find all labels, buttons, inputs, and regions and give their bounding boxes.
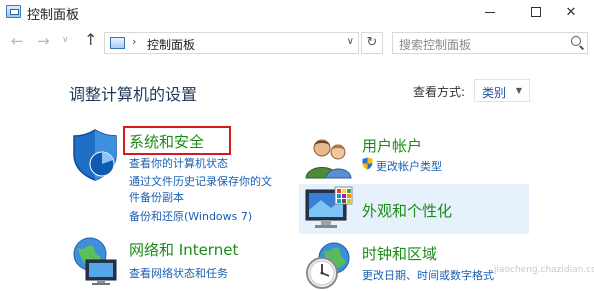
recent-locations-dropdown-icon[interactable]: ∨ <box>62 35 69 45</box>
user-accounts-icon[interactable] <box>304 136 352 180</box>
uac-shield-icon <box>362 157 373 170</box>
link-view-computer-status[interactable]: 查看你的计算机状态 <box>129 155 228 171</box>
close-button[interactable]: ✕ <box>548 0 594 24</box>
minimize-button[interactable] <box>467 0 513 24</box>
category-clock-region[interactable]: 时钟和区域 <box>362 243 437 264</box>
window-title: 控制面板 <box>27 8 80 23</box>
link-file-history-backup-cont[interactable]: 件备份副本 <box>129 189 184 205</box>
clock-region-icon[interactable] <box>304 240 352 290</box>
category-system-security[interactable]: 系统和安全 <box>129 131 204 152</box>
refresh-icon: ↻ <box>366 35 378 50</box>
link-change-date-time-format[interactable]: 更改日期、时间或数字格式 <box>362 267 494 283</box>
title-bar: 控制面板 ✕ <box>0 0 594 24</box>
category-appearance-personalization[interactable]: 外观和个性化 <box>362 200 452 221</box>
address-dropdown-icon[interactable]: ∨ <box>347 36 354 47</box>
breadcrumb-control-panel[interactable]: 控制面板 <box>147 36 195 53</box>
search-placeholder: 搜索控制面板 <box>399 38 472 52</box>
dropdown-arrow-icon: ▼ <box>515 86 522 95</box>
view-by-label: 查看方式: <box>413 85 466 99</box>
close-icon: ✕ <box>565 4 577 20</box>
system-security-shield-icon[interactable] <box>72 128 118 182</box>
network-internet-icon[interactable] <box>72 236 120 286</box>
back-arrow-icon[interactable]: ← <box>11 32 24 50</box>
view-by-dropdown[interactable]: 类别 ▼ <box>474 79 530 102</box>
address-bar[interactable]: › 控制面板 ∨ <box>104 32 359 54</box>
category-user-accounts[interactable]: 用户帐户 <box>362 135 422 156</box>
link-change-account-type[interactable]: 更改帐户类型 <box>376 158 442 174</box>
forward-arrow-icon[interactable]: → <box>37 32 50 50</box>
search-icon[interactable] <box>571 36 581 46</box>
breadcrumb-separator[interactable]: › <box>132 35 136 48</box>
page-heading: 调整计算机的设置 <box>69 85 198 104</box>
category-network-internet[interactable]: 网络和 Internet <box>129 239 238 260</box>
maximize-icon <box>531 7 541 17</box>
link-view-network-status[interactable]: 查看网络状态和任务 <box>129 265 228 281</box>
watermark-text: jiaocheng.chazidian.com <box>494 265 594 275</box>
appearance-monitor-icon[interactable] <box>305 186 353 230</box>
control-panel-location-icon <box>110 37 125 49</box>
refresh-button[interactable]: ↻ <box>361 32 383 54</box>
minimize-icon <box>485 11 495 13</box>
up-arrow-icon[interactable]: ↑ <box>84 30 97 49</box>
link-file-history-backup[interactable]: 通过文件历史记录保存你的文 <box>129 173 272 189</box>
link-backup-restore[interactable]: 备份和还原(Windows 7) <box>129 208 252 224</box>
search-input[interactable]: 搜索控制面板 <box>392 32 588 54</box>
navigation-bar: ← → ∨ ↑ › 控制面板 ∨ ↻ 搜索控制面板 <box>0 28 594 56</box>
view-by-value: 类别 <box>482 86 507 100</box>
control-panel-app-icon <box>6 5 21 18</box>
